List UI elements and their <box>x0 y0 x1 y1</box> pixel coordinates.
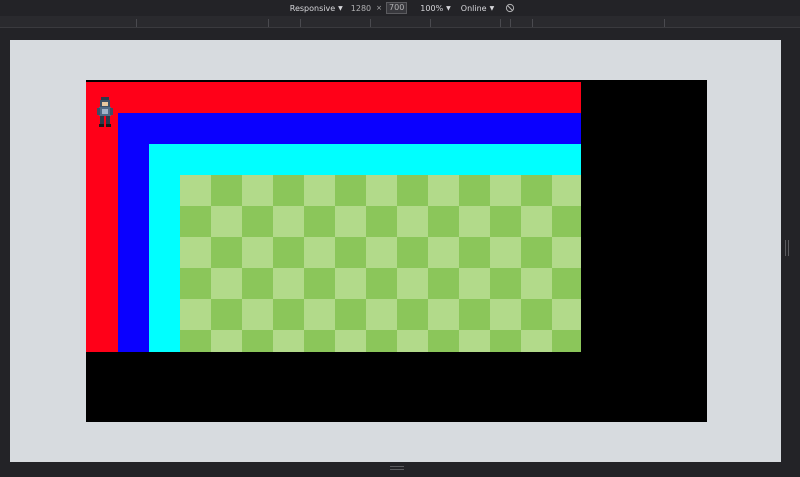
device-selector[interactable]: Responsive ▼ <box>290 4 343 13</box>
character-sprite <box>97 97 113 127</box>
ruler-tick <box>430 19 431 27</box>
throttling-label: Online <box>460 3 487 13</box>
ruler-tick <box>268 19 269 27</box>
throttling-selector[interactable]: Online ▼ <box>461 4 494 13</box>
ruler-tick <box>532 19 533 27</box>
caret-down-icon: ▼ <box>446 4 451 12</box>
ruler-bar <box>0 16 800 28</box>
ruler-tick <box>664 19 665 27</box>
ruler-tick <box>300 19 301 27</box>
dimension-separator: × <box>376 4 383 12</box>
game-stage <box>86 82 581 352</box>
caret-down-icon: ▼ <box>489 4 495 12</box>
device-mode-label: Responsive <box>289 3 336 13</box>
resize-handle-right[interactable] <box>785 240 789 256</box>
game-canvas[interactable] <box>86 80 707 422</box>
device-viewport <box>10 40 781 462</box>
responsive-toolbar: Responsive ▼ 1280 × 700 100% ▼ Online ▼ <box>0 0 800 16</box>
ruler-tick <box>136 19 137 27</box>
ruler-tick <box>510 19 511 27</box>
zoom-selector[interactable]: 100% ▼ <box>420 4 451 13</box>
rotate-icon[interactable] <box>505 3 515 13</box>
height-field[interactable]: 700 <box>386 2 408 14</box>
ruler-tick <box>500 19 501 27</box>
checkerboard-floor <box>180 175 581 352</box>
resize-handle-bottom[interactable] <box>390 466 404 470</box>
width-field[interactable]: 1280 <box>351 4 371 13</box>
ruler-tick <box>370 19 371 27</box>
zoom-label: 100% <box>420 3 444 13</box>
caret-down-icon: ▼ <box>338 4 343 12</box>
